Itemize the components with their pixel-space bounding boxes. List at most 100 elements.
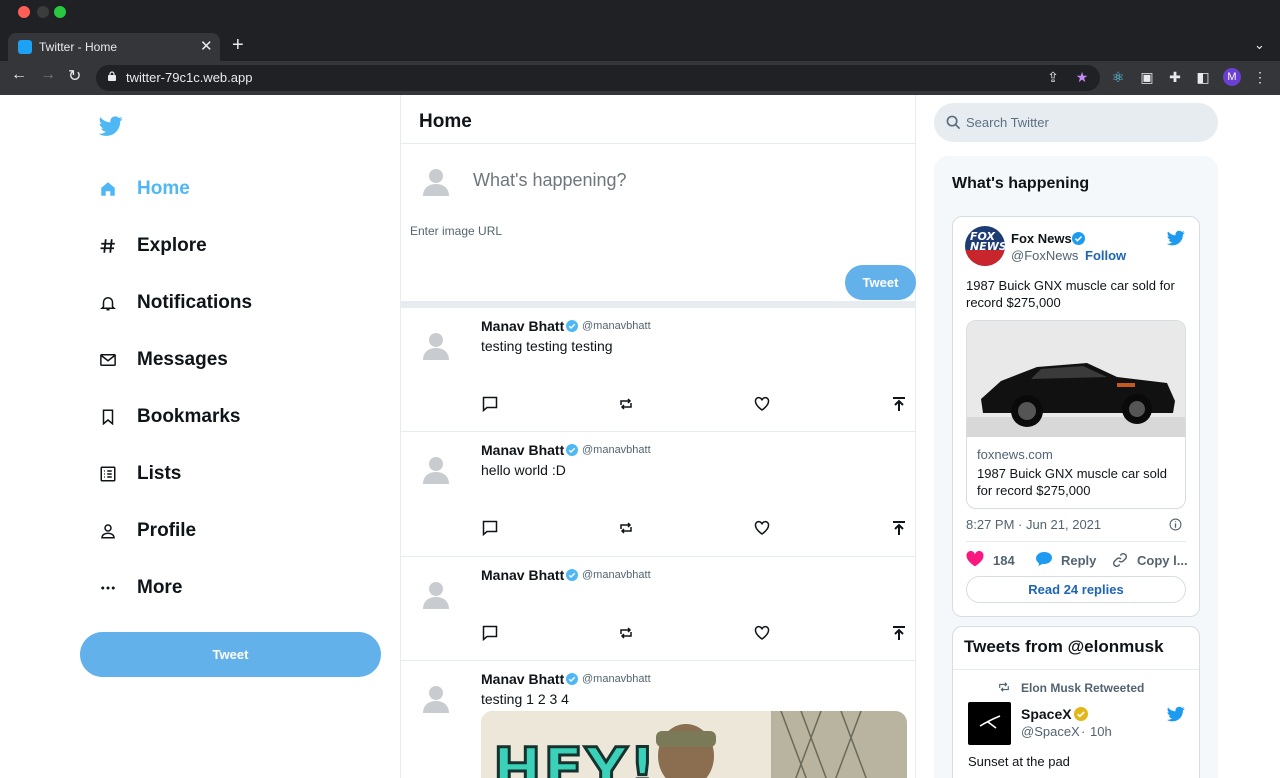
post-author-handle: @manavbhatt	[582, 569, 651, 581]
post[interactable]: Manav Bhatt @manavbhatt testing 1 2 3 4 …	[401, 661, 915, 778]
composer-tweet-button[interactable]: Tweet	[845, 265, 916, 300]
embedded-tweet[interactable]: FOX NEWS Fox News @FoxNews · Follow 1987 …	[952, 216, 1200, 617]
react-devtools-icon[interactable]: ⚛	[1110, 69, 1126, 85]
verified-badge-icon	[1072, 232, 1085, 245]
bookmark-star-icon[interactable]: ★	[1074, 69, 1090, 85]
tab-close-icon[interactable]: ✕	[200, 37, 213, 55]
new-tab-icon[interactable]: +	[232, 34, 244, 57]
lock-icon	[108, 71, 116, 81]
timeline-account-name[interactable]: SpaceX	[1021, 706, 1072, 722]
profile-avatar[interactable]: M	[1223, 68, 1241, 86]
more-icon	[101, 586, 115, 590]
minimize-window-button[interactable]	[37, 6, 49, 18]
page-title: Home	[419, 111, 472, 132]
post-author-handle: @manavbhatt	[582, 444, 651, 456]
retweet-icon	[999, 682, 1009, 692]
avatar	[423, 169, 449, 196]
link-preview-card[interactable]: foxnews.com 1987 Buick GNX muscle car so…	[966, 320, 1186, 509]
timeline-account-handle[interactable]: @SpaceX	[1021, 724, 1080, 739]
like-heart-icon[interactable]	[754, 520, 770, 536]
post-image[interactable]: HEY!	[481, 711, 907, 778]
maximize-window-button[interactable]	[54, 6, 66, 18]
car-photo	[967, 321, 1185, 437]
post[interactable]: Manav Bhatt @manavbhatt hello world :D	[401, 432, 915, 557]
heart-icon[interactable]	[966, 551, 984, 567]
sidebar-tweet-button[interactable]: Tweet	[80, 632, 381, 677]
copy-link[interactable]: Copy l...	[1137, 553, 1188, 568]
post[interactable]: Manav Bhatt @manavbhatt	[401, 557, 915, 661]
search-icon	[946, 115, 961, 130]
sidebar-item-more[interactable]: More	[99, 568, 182, 608]
sidebar-item-bookmarks[interactable]: Bookmarks	[99, 397, 241, 437]
like-heart-icon[interactable]	[754, 396, 770, 412]
reply-icon[interactable]	[482, 625, 498, 641]
bitwarden-icon[interactable]: ▣	[1139, 69, 1155, 85]
fox-news-logo[interactable]: FOX NEWS	[965, 226, 1005, 266]
post-author-handle: @manavbhatt	[582, 673, 651, 685]
sidebar-item-profile[interactable]: Profile	[99, 511, 196, 551]
bookmark-icon	[102, 409, 114, 426]
sidebar-item-explore[interactable]: Explore	[99, 226, 207, 266]
back-icon[interactable]: ←	[11, 66, 27, 84]
browser-menu-icon[interactable]: ⋮	[1252, 69, 1268, 85]
sidebar-item-notifications[interactable]: Notifications	[99, 283, 252, 323]
person-icon	[101, 524, 115, 539]
search-bar[interactable]	[934, 103, 1218, 142]
retweet-icon[interactable]	[618, 396, 634, 412]
search-input[interactable]	[966, 112, 1196, 132]
retweet-icon[interactable]	[618, 625, 634, 641]
share-icon[interactable]: ⇪	[1045, 69, 1061, 85]
info-icon[interactable]	[1169, 518, 1182, 531]
reply-link[interactable]: Reply	[1061, 553, 1096, 568]
read-replies-label: Read 24 replies	[1028, 582, 1124, 597]
post-author-name: Manav Bhatt	[481, 567, 565, 583]
link-domain: foxnews.com	[977, 447, 1053, 462]
address-bar[interactable]: twitter-79c1c.web.app	[96, 65, 1100, 91]
sidebar-item-label: More	[137, 577, 183, 598]
image-url-input[interactable]: Enter image URL	[410, 224, 502, 238]
tab-search-chevron-icon[interactable]: ⌄	[1254, 37, 1265, 53]
sidebar-item-messages[interactable]: Messages	[99, 340, 228, 380]
post-author-name: Manav Bhatt	[481, 442, 565, 458]
retweet-icon[interactable]	[618, 520, 634, 536]
twitter-bird-icon[interactable]	[1166, 705, 1186, 723]
post-author-name: Manav Bhatt	[481, 318, 565, 334]
reply-bubble-icon[interactable]	[1035, 551, 1053, 567]
avatar	[423, 457, 449, 484]
share-upload-icon[interactable]	[891, 396, 907, 412]
post-author-handle: @manavbhatt	[582, 320, 651, 332]
extensions-puzzle-icon[interactable]: ✚	[1167, 69, 1183, 85]
embed-divider	[966, 541, 1186, 542]
reply-icon[interactable]	[482, 520, 498, 536]
share-upload-icon[interactable]	[891, 625, 907, 641]
tab-title: Twitter - Home	[39, 40, 118, 54]
spacex-avatar[interactable]	[968, 702, 1011, 745]
twitter-logo-icon[interactable]	[99, 114, 123, 138]
timeline-title[interactable]: Tweets from @elonmusk	[964, 637, 1164, 657]
read-replies-button[interactable]: Read 24 replies	[966, 576, 1186, 603]
embed-timestamp[interactable]: 8:27 PM · Jun 21, 2021	[966, 517, 1101, 532]
link-icon[interactable]	[1112, 552, 1128, 568]
tweet-age[interactable]: 10h	[1090, 724, 1112, 739]
embed-account-handle[interactable]: @FoxNews	[1011, 248, 1078, 263]
timeline-embed[interactable]: Tweets from @elonmusk Elon Musk Retweete…	[952, 626, 1200, 778]
sidebar-item-label: Bookmarks	[137, 406, 241, 427]
twitter-bird-icon[interactable]	[1166, 229, 1186, 247]
reply-icon[interactable]	[482, 396, 498, 412]
side-panel-icon[interactable]: ◧	[1195, 69, 1211, 85]
tweet-input[interactable]: What's happening?	[473, 170, 627, 191]
like-heart-icon[interactable]	[754, 625, 770, 641]
browser-tab[interactable]: Twitter - Home ✕	[8, 33, 220, 61]
sidebar-item-lists[interactable]: Lists	[99, 454, 181, 494]
sidebar-item-home[interactable]: Home	[99, 169, 190, 209]
sidebar-item-label: Messages	[137, 349, 228, 370]
close-window-button[interactable]	[18, 6, 30, 18]
follow-link[interactable]: Follow	[1085, 248, 1126, 263]
reload-icon[interactable]: ↻	[68, 66, 81, 86]
forward-icon[interactable]: →	[40, 66, 56, 84]
widgets-title: What's happening	[952, 175, 1090, 192]
embed-account-name[interactable]: Fox News	[1011, 231, 1072, 246]
post[interactable]: Manav Bhatt @manavbhatt testing testing …	[401, 308, 915, 432]
share-upload-icon[interactable]	[891, 520, 907, 536]
like-count: 184	[993, 553, 1015, 568]
